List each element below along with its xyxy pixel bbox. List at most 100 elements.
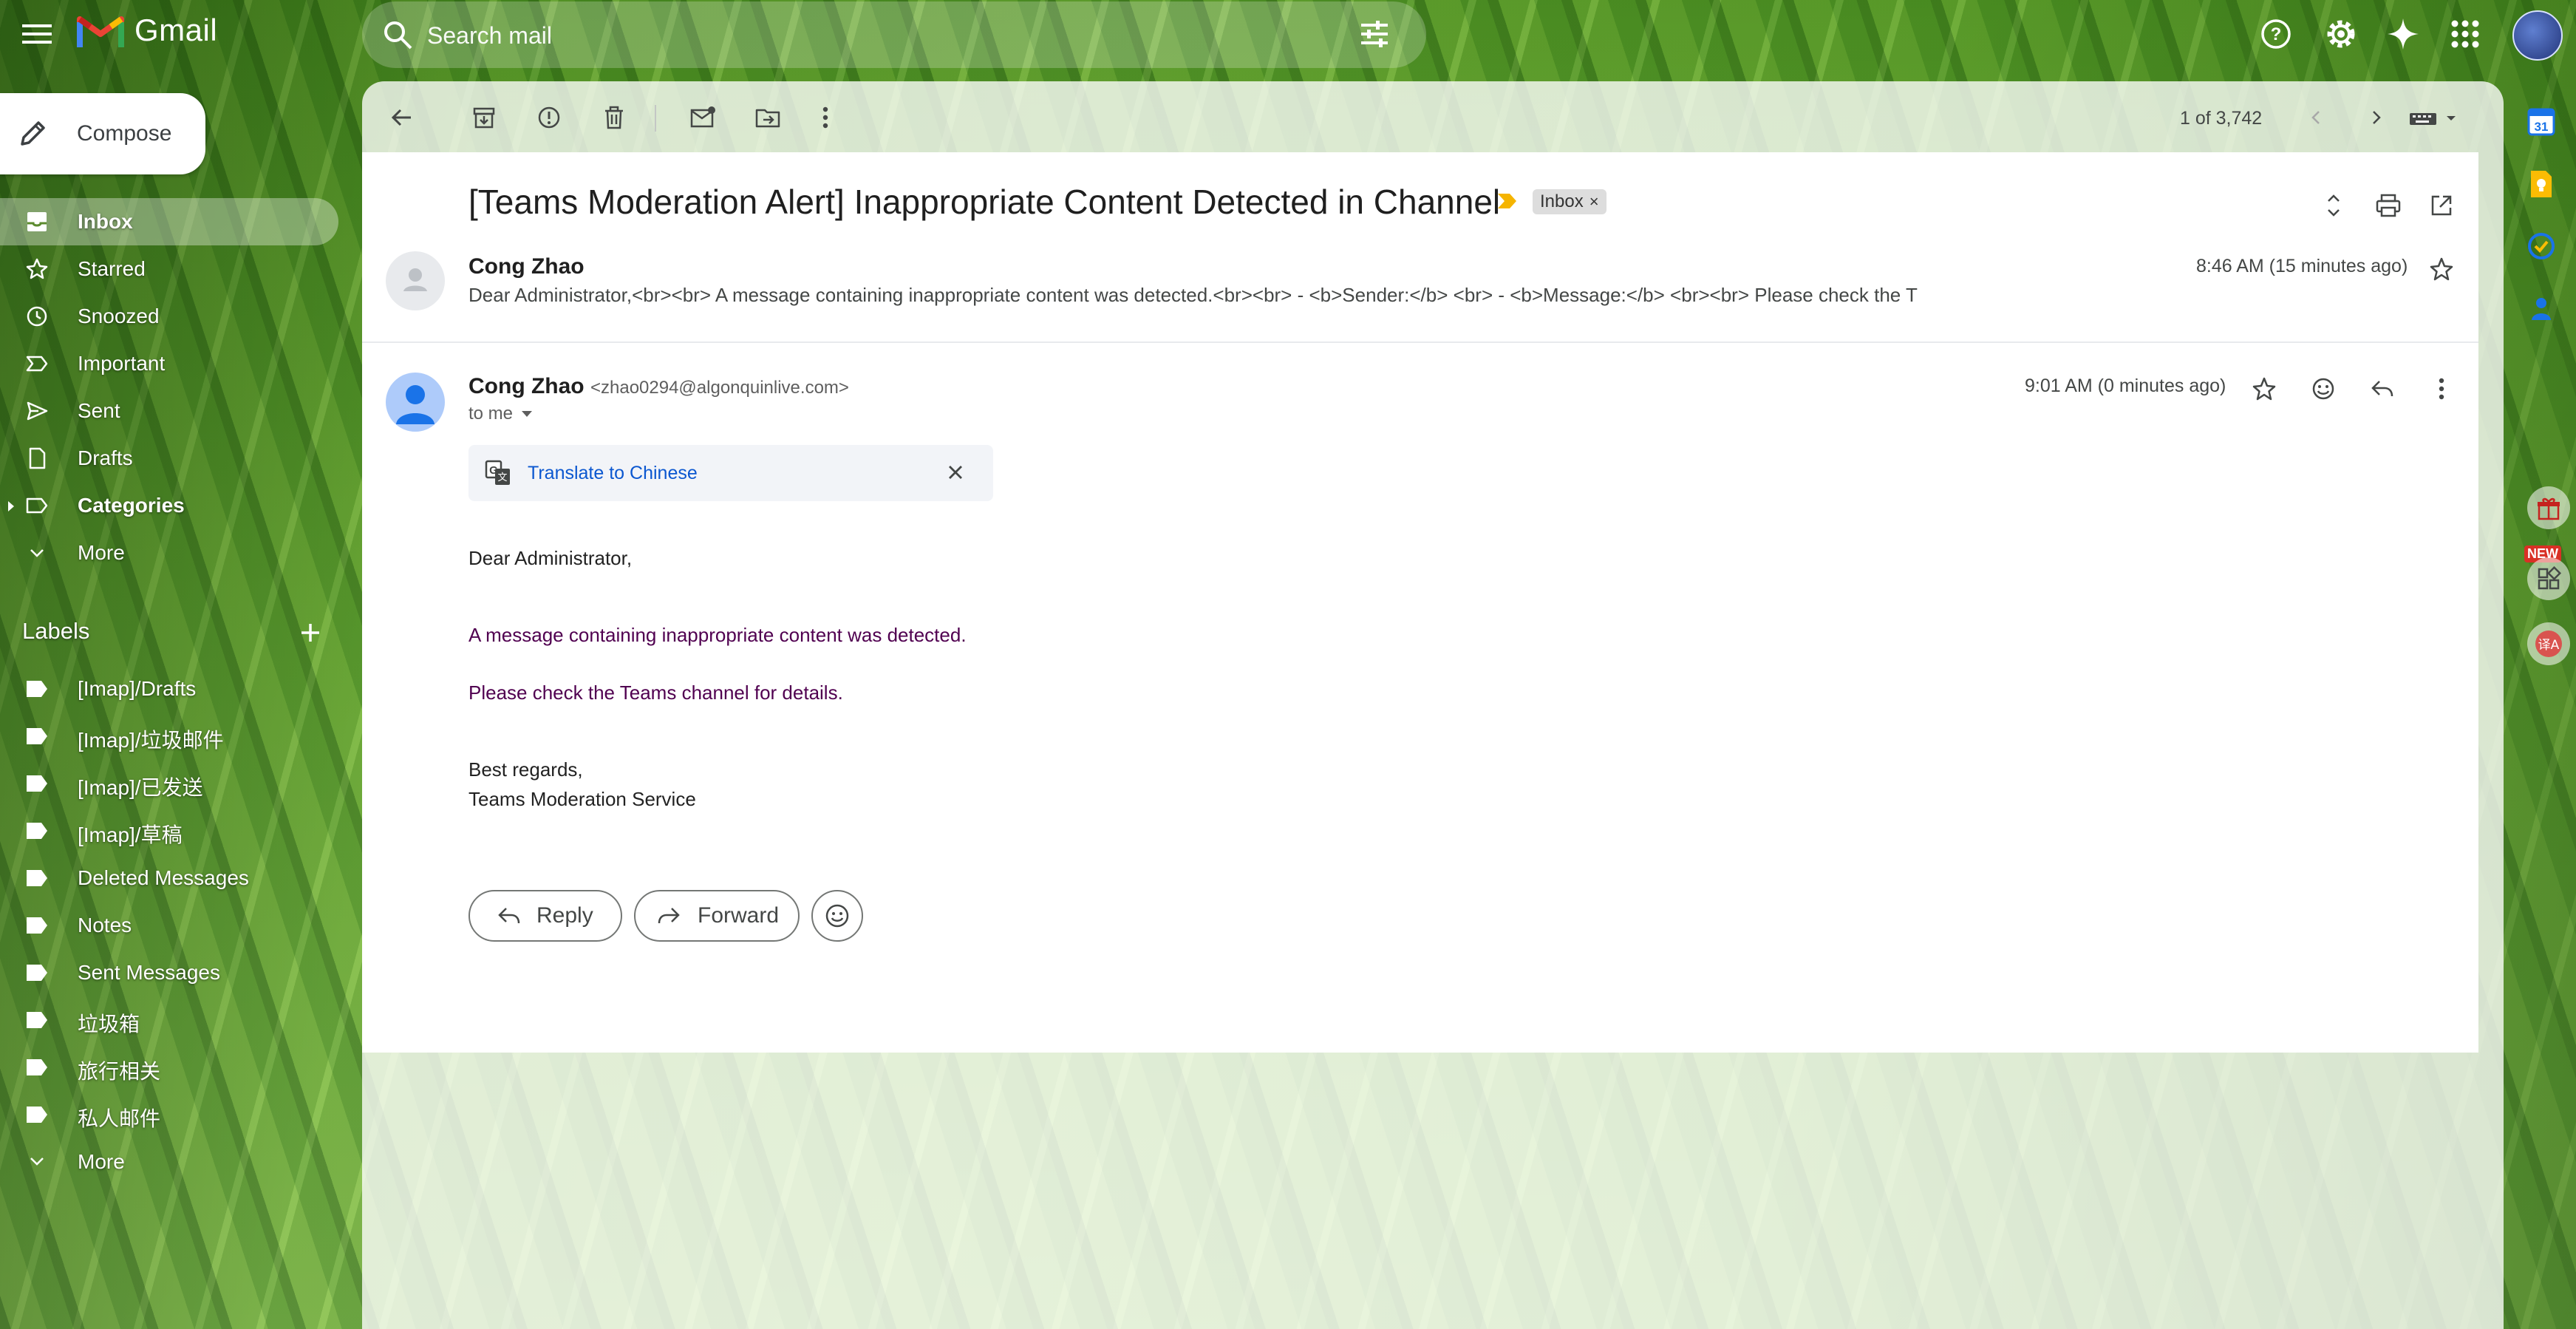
nav-label: Starred (78, 257, 146, 280)
addon-gift-button[interactable] (2527, 486, 2570, 529)
label-name: Notes (78, 914, 132, 937)
calendar-day-text: 31 (2535, 120, 2549, 134)
label-name: [Imap]/已发送 (78, 776, 203, 799)
help-button[interactable]: ? (2257, 15, 2295, 53)
addon-translate-button[interactable]: 译A (2527, 622, 2570, 665)
add-reaction-button[interactable] (2306, 371, 2341, 407)
search-icon[interactable] (381, 18, 414, 51)
label-icon (25, 915, 49, 936)
label-item[interactable]: [Imap]/已发送 (0, 760, 340, 807)
more-actions-button[interactable] (807, 99, 844, 136)
message-snippet[interactable]: Dear Administrator,<br><br> A message co… (468, 284, 1918, 307)
send-icon (25, 399, 49, 423)
svg-text:?: ? (2271, 24, 2282, 44)
expand-arrow-icon (6, 500, 16, 513)
older-button[interactable] (2357, 99, 2394, 136)
nav-item-starred[interactable]: Starred (0, 245, 340, 293)
compose-button[interactable]: Compose (0, 93, 205, 174)
label-item[interactable]: 旅行相关 (0, 1044, 340, 1091)
main-menu-button[interactable] (15, 15, 59, 53)
label-item[interactable]: Deleted Messages (0, 854, 340, 902)
reply-pill-button[interactable]: Reply (468, 890, 622, 942)
nav-label: Snoozed (78, 305, 160, 327)
label-item[interactable]: [Imap]/垃圾邮件 (0, 713, 340, 760)
label-name: [Imap]/草稿 (78, 823, 183, 846)
print-icon (2375, 193, 2402, 218)
recipient-details[interactable]: to me (468, 404, 534, 424)
chip-label: Inbox (1540, 191, 1584, 211)
nav-item-snoozed[interactable]: Snoozed (0, 293, 340, 340)
calendar-icon: 31 (2526, 107, 2556, 137)
forward-pill-button[interactable]: Forward (634, 890, 800, 942)
close-icon[interactable] (944, 461, 967, 483)
svg-text:文: 文 (497, 472, 507, 483)
tasks-button[interactable] (2521, 226, 2561, 266)
apps-button[interactable] (2446, 15, 2484, 53)
nav-item-categories[interactable]: Categories (0, 482, 340, 529)
mark-unread-button[interactable] (684, 99, 721, 136)
svg-text:译A: 译A (2538, 638, 2560, 653)
label-item[interactable]: [Imap]/草稿 (0, 807, 340, 854)
settings-button[interactable] (2322, 15, 2360, 53)
keep-icon (2526, 169, 2556, 199)
sender-name[interactable]: Cong Zhao (468, 374, 585, 398)
message-more-button[interactable] (2424, 371, 2459, 407)
label-name: Sent Messages (78, 961, 220, 984)
contacts-button[interactable] (2521, 288, 2561, 328)
search-options-icon[interactable] (1358, 18, 1391, 50)
newer-button[interactable] (2298, 99, 2335, 136)
reply-button[interactable] (2365, 371, 2400, 407)
sender-avatar[interactable] (386, 373, 445, 432)
nav-item-drafts[interactable]: Drafts (0, 435, 340, 482)
addon-grid-button[interactable] (2527, 557, 2570, 600)
sender-email: <zhao0294@algonquinlive.com> (590, 378, 849, 398)
move-to-button[interactable] (749, 99, 786, 136)
create-label-button[interactable] (297, 619, 324, 646)
more-vert-icon (2438, 377, 2445, 401)
important-marker-icon[interactable] (1496, 192, 1519, 210)
keep-button[interactable] (2521, 164, 2561, 204)
star-outline-icon (2429, 256, 2454, 282)
nav-item-sent[interactable]: Sent (0, 387, 340, 435)
nav-item-inbox[interactable]: Inbox (0, 198, 338, 245)
archive-button[interactable] (466, 99, 502, 136)
nav-item-important[interactable]: Important (0, 340, 340, 387)
more-vert-icon (822, 106, 829, 129)
nav-item-more[interactable]: More (0, 529, 340, 577)
label-item[interactable]: 私人邮件 (0, 1091, 340, 1138)
print-button[interactable] (2371, 188, 2406, 223)
label-item[interactable]: Notes (0, 902, 340, 949)
unfold-icon (2322, 192, 2345, 219)
delete-button[interactable] (596, 99, 633, 136)
search-bar (362, 1, 1426, 68)
translate-link[interactable]: Translate to Chinese (528, 463, 698, 484)
body-line: Please check the Teams channel for detai… (468, 682, 843, 704)
label-icon (25, 1057, 49, 1078)
star-button[interactable] (2424, 251, 2459, 287)
body-line: A message containing inappropriate conte… (468, 624, 967, 646)
open-new-window-button[interactable] (2424, 188, 2459, 223)
star-button[interactable] (2246, 371, 2282, 407)
remove-label-button[interactable]: × (1589, 192, 1599, 211)
label-item[interactable]: Sent Messages (0, 949, 340, 996)
label-item[interactable]: [Imap]/Drafts (0, 665, 340, 713)
open-in-new-icon (2429, 193, 2454, 218)
expand-all-button[interactable] (2316, 188, 2351, 223)
gmail-logo[interactable]: Gmail (77, 12, 217, 49)
emoji-reaction-button[interactable] (811, 890, 863, 942)
back-button[interactable] (383, 99, 420, 136)
label-name: 私人邮件 (78, 1107, 161, 1130)
sender-name[interactable]: Cong Zhao (468, 254, 585, 279)
account-avatar[interactable] (2512, 10, 2563, 61)
sender-avatar[interactable] (386, 251, 445, 310)
gemini-button[interactable] (2384, 15, 2422, 53)
chevron-right-icon (2365, 107, 2386, 128)
body-signature: Teams Moderation Service (468, 788, 696, 810)
label-item[interactable]: 垃圾箱 (0, 996, 340, 1044)
search-input[interactable] (426, 16, 1241, 55)
report-spam-button[interactable] (531, 99, 568, 136)
labels-more[interactable]: More (0, 1138, 340, 1186)
forward-icon (656, 905, 681, 927)
input-tools-button[interactable] (2403, 99, 2470, 136)
calendar-button[interactable]: 31 (2521, 102, 2561, 142)
